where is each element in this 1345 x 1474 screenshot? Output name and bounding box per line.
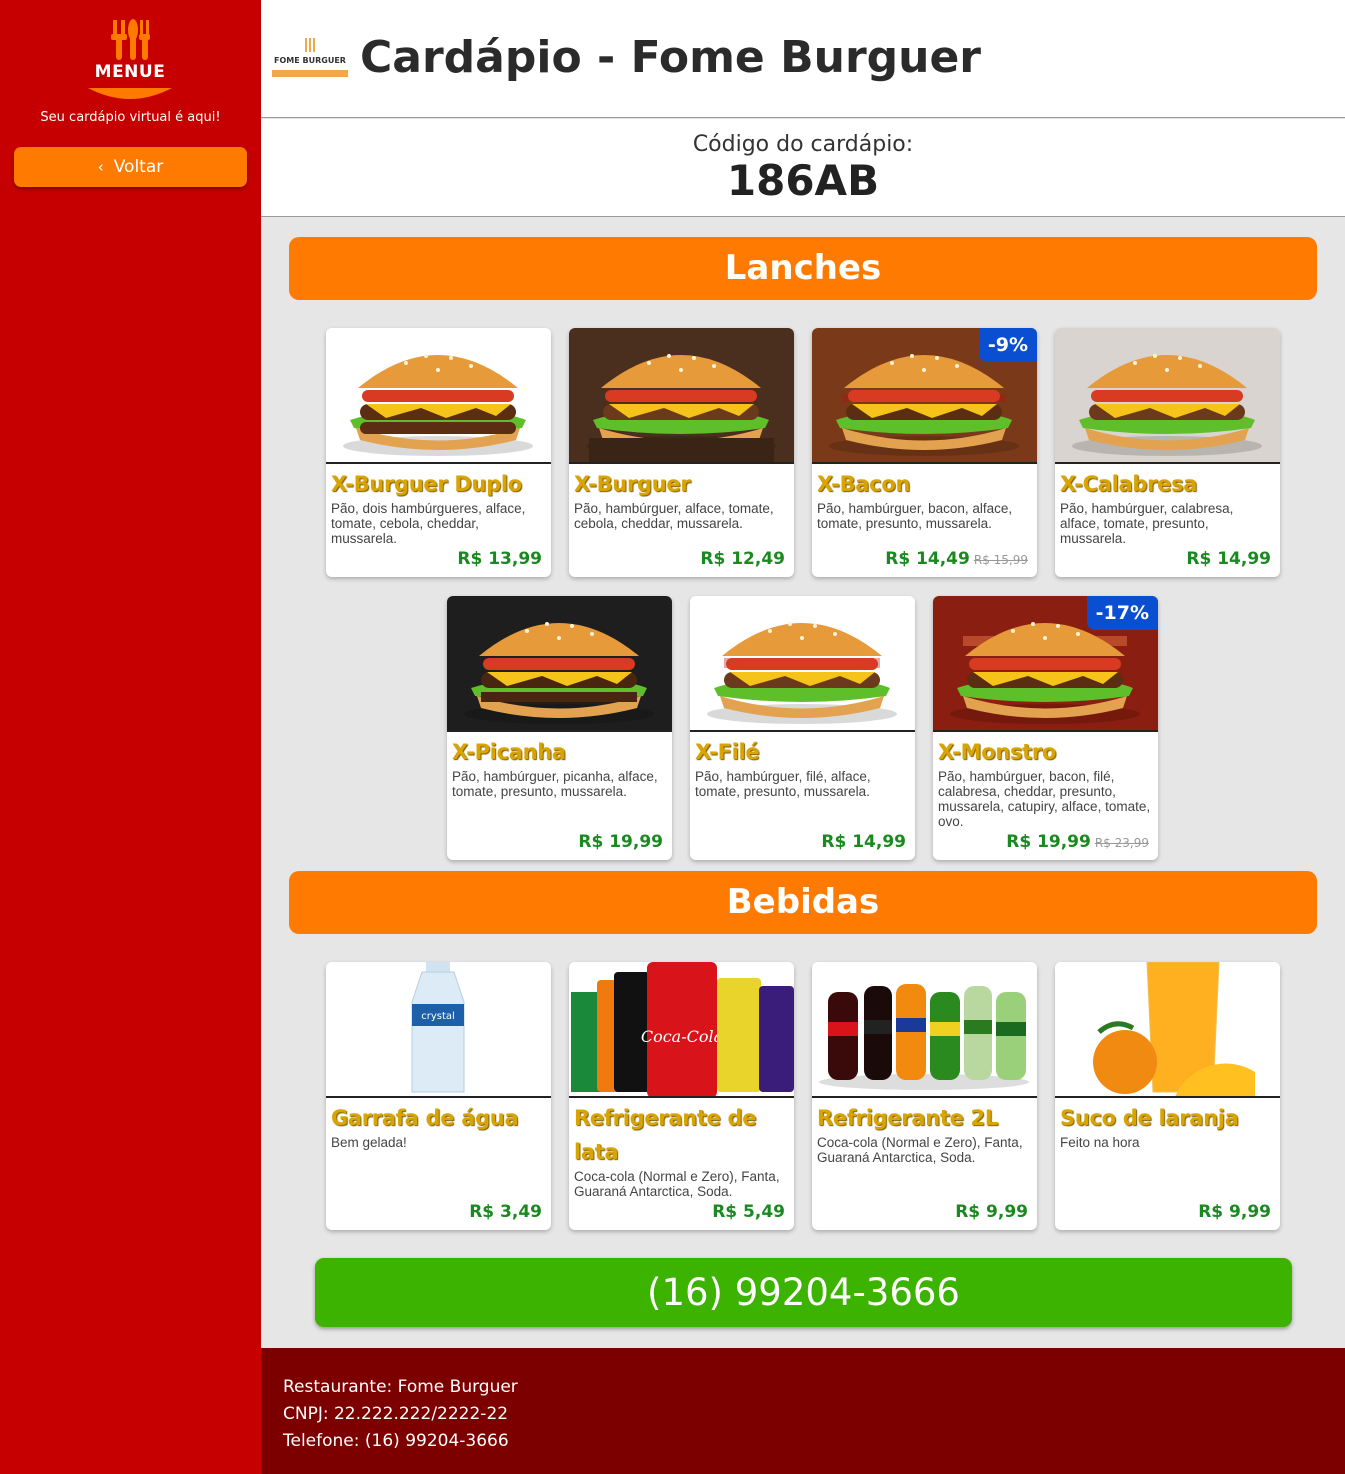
menu-item-description: Pão, hambúrguer, bacon, filé, calabresa,… — [938, 769, 1151, 829]
menu-item-name: Refrigerante de lata — [574, 1106, 757, 1164]
menu-item-card[interactable]: X-Burguer Duplo Pão, dois hambúrgueres, a… — [326, 328, 551, 577]
menu-item-price-wrap: R$ 14,99 — [821, 832, 906, 852]
section-header-bebidas: Bebidas — [289, 871, 1317, 934]
menu-item-price-wrap: R$ 19,99 R$ 23,99 — [1006, 832, 1149, 852]
menu-item-price-wrap: R$ 12,49 — [700, 549, 785, 569]
discount-badge: -9% — [978, 328, 1037, 362]
menu-item-image — [1055, 962, 1280, 1098]
menu-item-price-wrap: R$ 13,99 — [457, 549, 542, 569]
svg-text:Coca-Cola: Coca-Cola — [641, 1027, 723, 1046]
phone-button[interactable]: (16) 99204-3666 — [315, 1258, 1292, 1327]
menu-item-name: X-Bacon — [817, 472, 911, 496]
menu-item-price-wrap: R$ 14,49 R$ 15,99 — [885, 549, 1028, 569]
menu-item-price-wrap: R$ 3,49 — [469, 1202, 542, 1222]
footer-phone: Telefone: (16) 99204-3666 — [283, 1431, 509, 1451]
menu-item-name: X-Burguer — [574, 472, 691, 496]
footer: Restaurante: Fome Burguer CNPJ: 22.222.2… — [261, 1348, 1345, 1474]
menu-item-image — [447, 596, 672, 732]
menu-item-price: R$ 5,49 — [712, 1202, 785, 1222]
menu-item-description: Pão, hambúrguer, picanha, alface, tomate… — [452, 769, 658, 799]
menu-item-card[interactable]: crystal Garrafa de água Bem gelada! R$ 3,49 — [326, 962, 551, 1230]
menu-item-image: -17% — [933, 596, 1158, 732]
menu-item-description: Pão, hambúrguer, calabresa, alface, toma… — [1060, 501, 1234, 546]
menu-item-description: Bem gelada! — [331, 1135, 407, 1150]
menu-item-card[interactable]: -17% X-Monstro Pão, hambúrguer, bacon, fil… — [933, 596, 1158, 860]
discount-badge: -17% — [1086, 596, 1158, 630]
menu-item-price: R$ 12,49 — [700, 549, 785, 569]
menu-item-image — [690, 596, 915, 732]
menu-item-image: -9% — [812, 328, 1037, 464]
menu-item-price: R$ 14,99 — [1186, 549, 1271, 569]
menu-item-name: X-Picanha — [452, 740, 566, 764]
cutlery-icon — [88, 19, 172, 99]
menu-item-card[interactable]: X-Calabresa Pão, hambúrguer, calabresa, a… — [1055, 328, 1280, 577]
menu-item-name: Refrigerante 2L — [817, 1106, 998, 1130]
footer-restaurant: Restaurante: Fome Burguer — [283, 1377, 518, 1397]
menu-item-price: R$ 9,99 — [955, 1202, 1028, 1222]
menu-item-name: Suco de laranja — [1060, 1106, 1239, 1130]
menu-item-name: X-Calabresa — [1060, 472, 1198, 496]
menu-item-image — [569, 328, 794, 464]
menu-item-image — [812, 962, 1037, 1098]
menu-item-image: crystal — [326, 962, 551, 1098]
menu-item-name: Garrafa de água — [331, 1106, 519, 1130]
menu-item-name: X-Monstro — [938, 740, 1057, 764]
menu-item-description: Coca-cola (Normal e Zero), Fanta, Guaran… — [817, 1135, 1023, 1165]
menu-code-block: Código do cardápio: 186AB — [261, 119, 1345, 217]
menu-item-card[interactable]: -9% X-Bacon Pão, hambúrguer, bacon, alface… — [812, 328, 1037, 577]
menu-item-price: R$ 3,49 — [469, 1202, 542, 1222]
menu-item-price: R$ 14,99 — [821, 832, 906, 852]
brand-name: MENUE — [94, 62, 166, 82]
menu-item-name: X-Filé — [695, 740, 760, 764]
menu-item-card[interactable]: Refrigerante 2L Coca-cola (Normal e Zero)… — [812, 962, 1037, 1230]
menu-item-description: Pão, hambúrguer, alface, tomate, cebola,… — [574, 501, 774, 531]
menu-item-price: R$ 9,99 — [1198, 1202, 1271, 1222]
sidebar: MENUE Seu cardápio virtual é aqui! ‹ Vol… — [0, 0, 261, 1474]
menu-item-description: Pão, hambúrguer, filé, alface, tomate, p… — [695, 769, 871, 799]
back-button-label: Voltar — [113, 157, 164, 177]
menu-item-old-price: R$ 23,99 — [1094, 836, 1149, 850]
menu-item-price-wrap: R$ 9,99 — [955, 1202, 1028, 1222]
menu-item-name: X-Burguer Duplo — [331, 472, 522, 496]
menu-item-card[interactable]: Suco de laranja Feito na hora R$ 9,99 — [1055, 962, 1280, 1230]
section-header-lanches: Lanches — [289, 237, 1317, 300]
footer-cnpj: CNPJ: 22.222.222/2222-22 — [283, 1404, 509, 1424]
menu-item-description: Feito na hora — [1060, 1135, 1140, 1150]
page-header: FOME BURGUER Cardápio - Fome Burguer — [261, 0, 1345, 118]
menu-item-price: R$ 13,99 — [457, 549, 542, 569]
menu-item-image: Coca-Cola — [569, 962, 794, 1098]
tagline: Seu cardápio virtual é aqui! — [40, 110, 221, 125]
menu-item-price-wrap: R$ 19,99 — [578, 832, 663, 852]
menu-item-price-wrap: R$ 14,99 — [1186, 549, 1271, 569]
page-title: Cardápio - Fome Burguer — [360, 32, 982, 83]
menu-item-price: R$ 19,99 — [578, 832, 663, 852]
menue-logo: MENUE — [87, 16, 173, 102]
svg-text:crystal: crystal — [421, 1011, 455, 1022]
menu-code-value: 186AB — [726, 156, 880, 205]
menu-item-price: R$ 19,99 — [1006, 832, 1091, 852]
logo-text: FOME BURGUER — [274, 56, 346, 65]
back-button[interactable]: ‹ Voltar — [14, 147, 247, 187]
menu-item-old-price: R$ 15,99 — [973, 553, 1028, 567]
menu-item-price-wrap: R$ 9,99 — [1198, 1202, 1271, 1222]
menu-item-image — [1055, 328, 1280, 464]
menu-item-description: Pão, dois hambúrgueres, alface, tomate, … — [331, 501, 526, 546]
menu-item-image — [326, 328, 551, 464]
chevron-left-icon: ‹ — [97, 158, 104, 176]
menu-item-card[interactable]: X-Filé Pão, hambúrguer, filé, alface, tom… — [690, 596, 915, 860]
menu-item-card[interactable]: Coca-Cola Refrigerante de lata Coca-cola … — [569, 962, 794, 1230]
menu-code-label: Código do cardápio: — [692, 132, 914, 157]
menu-item-price: R$ 14,49 — [885, 549, 970, 569]
menu-item-description: Pão, hambúrguer, bacon, alface, tomate, … — [817, 501, 1013, 531]
menu-item-description: Coca-cola (Normal e Zero), Fanta, Guaran… — [574, 1169, 780, 1199]
menu-item-price-wrap: R$ 5,49 — [712, 1202, 785, 1222]
logo-underline — [272, 70, 348, 77]
fork-icon — [305, 38, 315, 52]
menu-item-card[interactable]: X-Picanha Pão, hambúrguer, picanha, alfac… — [447, 596, 672, 860]
menu-item-card[interactable]: X-Burguer Pão, hambúrguer, alface, tomate… — [569, 328, 794, 577]
restaurant-logo: FOME BURGUER — [272, 36, 348, 78]
